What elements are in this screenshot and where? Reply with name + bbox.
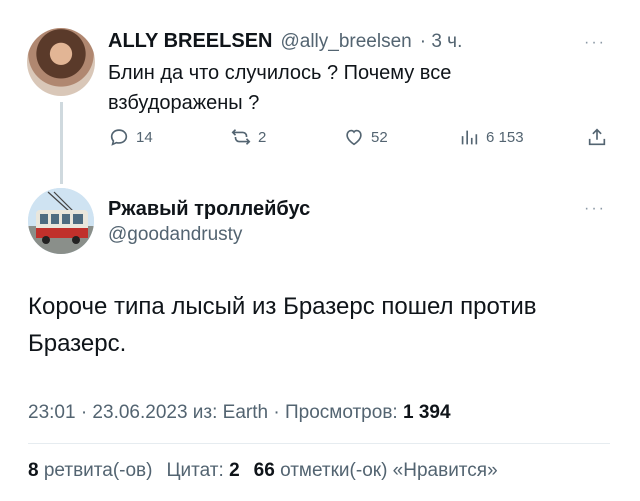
quotes-stat[interactable]: Цитат: 2: [166, 460, 239, 482]
author-name[interactable]: ALLY BREELSEN: [108, 30, 272, 53]
tweet-meta: 23:01 · 23.06.2023 из: Earth · Просмотро…: [28, 402, 451, 424]
retweets-stat[interactable]: 8 ретвита(-ов): [28, 460, 152, 482]
views-button[interactable]: 6 153: [458, 126, 524, 148]
likes-stat-label: отметки(-ок) «Нравится»: [280, 460, 498, 481]
tweet-actions: 14 2 52 6 153: [108, 126, 608, 152]
tweet-time[interactable]: · 3 ч.: [420, 31, 463, 53]
reply-icon: [110, 129, 128, 146]
share-button[interactable]: [586, 126, 608, 148]
retweet-count: 2: [258, 128, 267, 146]
quotes-stat-label: Цитат:: [166, 460, 224, 481]
views-total: 1 394: [402, 402, 451, 423]
heart-icon: [346, 129, 362, 146]
retweets-stat-count: 8: [28, 460, 39, 481]
timestamp-and-source[interactable]: 23:01 · 23.06.2023 из: Earth · Просмотро…: [28, 402, 398, 423]
thread-connector-line: [60, 102, 63, 184]
author-handle[interactable]: @goodandrusty: [108, 224, 242, 246]
like-count: 52: [371, 128, 388, 146]
share-icon: [588, 128, 606, 146]
author-handle[interactable]: @ally_breelsen: [280, 31, 411, 53]
trolleybus-avatar-image: [28, 188, 94, 254]
likes-stat-count: 66: [253, 460, 275, 481]
retweet-icon: [231, 129, 251, 145]
tweet-text: Блин да что случилось ? Почему все взбуд…: [108, 62, 452, 114]
avatar[interactable]: [28, 188, 94, 254]
reply-button[interactable]: 14: [108, 126, 153, 148]
reply-count: 14: [136, 128, 153, 146]
author-name[interactable]: Ржавый троллейбус: [108, 198, 310, 221]
divider: [28, 443, 610, 444]
retweet-button[interactable]: 2: [230, 126, 266, 148]
retweets-stat-label: ретвита(-ов): [43, 460, 153, 481]
quotes-stat-count: 2: [229, 460, 240, 481]
bar-chart-icon: [461, 130, 478, 145]
avatar[interactable]: [27, 28, 95, 96]
tweet-text: Короче типа лысый из Бразерс пошел проти…: [28, 293, 537, 357]
views-count: 6 153: [486, 128, 524, 146]
likes-stat[interactable]: 66 отметки(-ок) «Нравится»: [254, 460, 498, 482]
tweet-stats: 8 ретвита(-ов) Цитат: 2 66 отметки(-ок) …: [28, 460, 498, 482]
more-options-icon[interactable]: ···: [584, 200, 606, 218]
more-options-icon[interactable]: ···: [584, 34, 606, 52]
like-button[interactable]: 52: [343, 126, 388, 148]
tweet-header: ALLY BREELSEN @ally_breelsen · 3 ч.: [108, 30, 462, 53]
